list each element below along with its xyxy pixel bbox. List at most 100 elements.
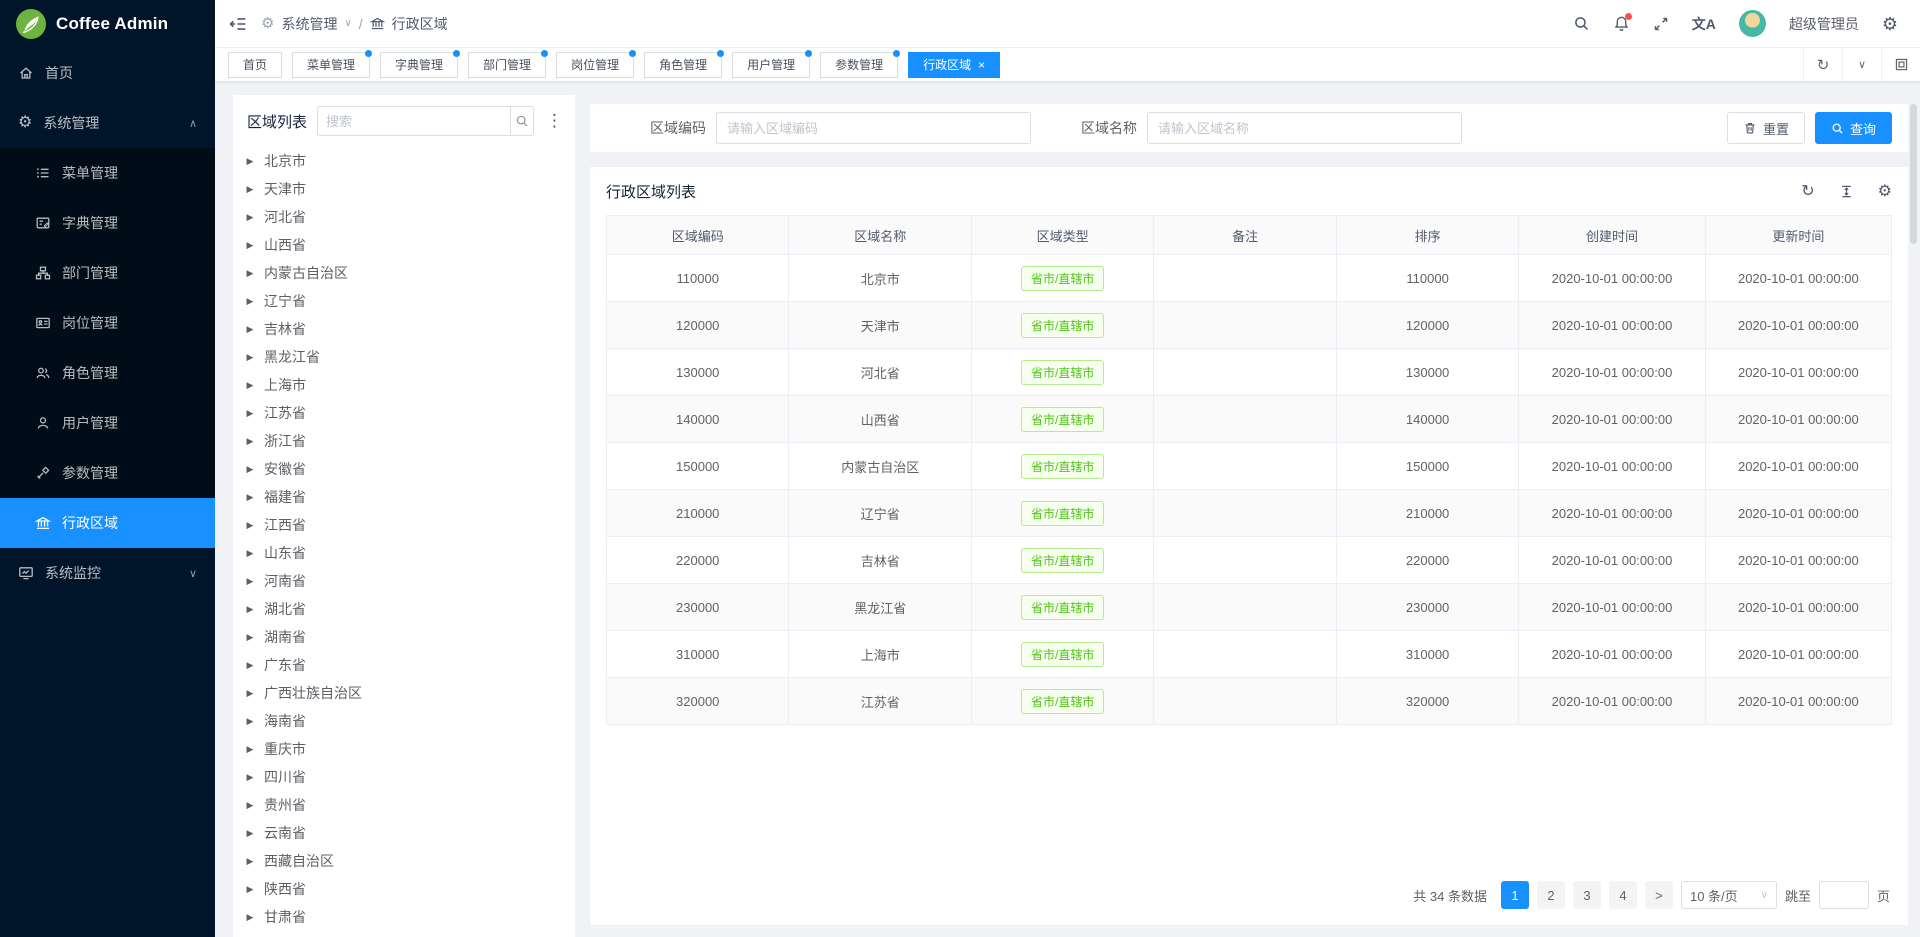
breadcrumb-root[interactable]: 系统管理 xyxy=(281,14,337,34)
density-icon[interactable] xyxy=(1839,184,1854,199)
query-button[interactable]: 查询 xyxy=(1815,112,1892,144)
sidebar-item-system[interactable]: ⚙ 系统管理 ∧ xyxy=(0,98,215,148)
tree-item[interactable]: ▶ 四川省 xyxy=(245,763,575,791)
tree-item[interactable]: ▶ 浙江省 xyxy=(245,427,575,455)
tree-item[interactable]: ▶ 陕西省 xyxy=(245,875,575,903)
caret-right-icon[interactable]: ▶ xyxy=(245,240,255,251)
sidebar-item-menu-mgmt[interactable]: 菜单管理 xyxy=(0,148,215,198)
user-avatar[interactable] xyxy=(1739,10,1766,37)
caret-right-icon[interactable]: ▶ xyxy=(245,772,255,783)
breadcrumb-current[interactable]: 行政区域 xyxy=(392,14,448,34)
caret-right-icon[interactable]: ▶ xyxy=(245,268,255,279)
region-name-input[interactable] xyxy=(1147,112,1462,144)
caret-right-icon[interactable]: ▶ xyxy=(245,884,255,895)
table-row[interactable]: 320000 江苏省 省市/直辖市 320000 2020-10-01 00:0… xyxy=(607,678,1892,725)
page-size-select[interactable]: 10 条/页 ∨ xyxy=(1681,881,1777,909)
caret-right-icon[interactable]: ▶ xyxy=(245,800,255,811)
sidebar-item-region[interactable]: 行政区域 xyxy=(0,498,215,548)
caret-right-icon[interactable]: ▶ xyxy=(245,604,255,615)
tree-item[interactable]: ▶ 河北省 xyxy=(245,203,575,231)
tree-item[interactable]: ▶ 山东省 xyxy=(245,539,575,567)
caret-right-icon[interactable]: ▶ xyxy=(245,660,255,671)
notification-bell-icon[interactable] xyxy=(1613,15,1630,32)
table-row[interactable]: 130000 河北省 省市/直辖市 130000 2020-10-01 00:0… xyxy=(607,349,1892,396)
page-tab[interactable]: 角色管理 xyxy=(644,52,722,78)
sidebar-collapse-icon[interactable] xyxy=(229,15,247,33)
caret-right-icon[interactable]: ▶ xyxy=(245,408,255,419)
kebab-menu-icon[interactable]: ⋮ xyxy=(544,111,565,131)
tree-item[interactable]: ▶ 西藏自治区 xyxy=(245,847,575,875)
table-row[interactable]: 150000 内蒙古自治区 省市/直辖市 150000 2020-10-01 0… xyxy=(607,443,1892,490)
caret-right-icon[interactable]: ▶ xyxy=(245,436,255,447)
page-tab[interactable]: 首页 xyxy=(228,52,282,78)
tab-close-icon[interactable]: × xyxy=(978,59,985,71)
search-icon[interactable] xyxy=(510,107,533,135)
sidebar-item-dict-mgmt[interactable]: 字典管理 xyxy=(0,198,215,248)
tree-item[interactable]: ▶ 福建省 xyxy=(245,483,575,511)
sidebar-item-param-mgmt[interactable]: 参数管理 xyxy=(0,448,215,498)
table-row[interactable]: 210000 辽宁省 省市/直辖市 210000 2020-10-01 00:0… xyxy=(607,490,1892,537)
tree-item[interactable]: ▶ 重庆市 xyxy=(245,735,575,763)
jump-page-input[interactable] xyxy=(1819,881,1869,909)
chevron-down-icon[interactable]: ∨ xyxy=(1842,48,1881,81)
tree-item[interactable]: ▶ 内蒙古自治区 xyxy=(245,259,575,287)
caret-right-icon[interactable]: ▶ xyxy=(245,716,255,727)
table-row[interactable]: 230000 黑龙江省 省市/直辖市 230000 2020-10-01 00:… xyxy=(607,584,1892,631)
page-tab[interactable]: 岗位管理 xyxy=(556,52,634,78)
page-tab[interactable]: 字典管理 xyxy=(380,52,458,78)
sidebar-item-user-mgmt[interactable]: 用户管理 xyxy=(0,398,215,448)
translate-icon[interactable]: 文A xyxy=(1692,14,1716,34)
table-row[interactable]: 120000 天津市 省市/直辖市 120000 2020-10-01 00:0… xyxy=(607,302,1892,349)
tree-item[interactable]: ▶ 湖南省 xyxy=(245,623,575,651)
caret-right-icon[interactable]: ▶ xyxy=(245,156,255,167)
caret-right-icon[interactable]: ▶ xyxy=(245,380,255,391)
caret-right-icon[interactable]: ▶ xyxy=(245,520,255,531)
refresh-icon[interactable]: ↻ xyxy=(1803,48,1842,81)
search-icon[interactable] xyxy=(1573,15,1590,32)
page-tab[interactable]: 菜单管理 xyxy=(292,52,370,78)
page-tab[interactable]: 参数管理 xyxy=(820,52,898,78)
reset-button[interactable]: 重置 xyxy=(1727,112,1805,144)
page-tab[interactable]: 部门管理 xyxy=(468,52,546,78)
tree-item[interactable]: ▶ 江西省 xyxy=(245,511,575,539)
table-row[interactable]: 310000 上海市 省市/直辖市 310000 2020-10-01 00:0… xyxy=(607,631,1892,678)
settings-gear-icon[interactable]: ⚙ xyxy=(1878,184,1892,200)
next-page-button[interactable]: > xyxy=(1645,881,1673,909)
sidebar-item-dept-mgmt[interactable]: 部门管理 xyxy=(0,248,215,298)
caret-right-icon[interactable]: ▶ xyxy=(245,548,255,559)
tree-item[interactable]: ▶ 广西壮族自治区 xyxy=(245,679,575,707)
page-number-button[interactable]: 4 xyxy=(1609,881,1637,909)
settings-gear-icon[interactable]: ⚙ xyxy=(1882,15,1898,33)
page-number-button[interactable]: 1 xyxy=(1501,881,1529,909)
page-number-button[interactable]: 3 xyxy=(1573,881,1601,909)
tree-item[interactable]: ▶ 安徽省 xyxy=(245,455,575,483)
tree-item[interactable]: ▶ 山西省 xyxy=(245,231,575,259)
region-code-input[interactable] xyxy=(716,112,1031,144)
tree-item[interactable]: ▶ 吉林省 xyxy=(245,315,575,343)
caret-right-icon[interactable]: ▶ xyxy=(245,632,255,643)
tree-item[interactable]: ▶ 江苏省 xyxy=(245,399,575,427)
caret-right-icon[interactable]: ▶ xyxy=(245,296,255,307)
tree-item[interactable]: ▶ 湖北省 xyxy=(245,595,575,623)
caret-right-icon[interactable]: ▶ xyxy=(245,324,255,335)
tree-item[interactable]: ▶ 海南省 xyxy=(245,707,575,735)
caret-right-icon[interactable]: ▶ xyxy=(245,492,255,503)
caret-right-icon[interactable]: ▶ xyxy=(245,464,255,475)
tree-item[interactable]: ▶ 云南省 xyxy=(245,819,575,847)
page-number-button[interactable]: 2 xyxy=(1537,881,1565,909)
tree-item[interactable]: ▶ 上海市 xyxy=(245,371,575,399)
caret-right-icon[interactable]: ▶ xyxy=(245,856,255,867)
tree-item[interactable]: ▶ 贵州省 xyxy=(245,791,575,819)
scrollbar-thumb[interactable] xyxy=(1910,104,1917,244)
user-name[interactable]: 超级管理员 xyxy=(1789,14,1859,34)
table-row[interactable]: 110000 北京市 省市/直辖市 110000 2020-10-01 00:0… xyxy=(607,255,1892,302)
caret-right-icon[interactable]: ▶ xyxy=(245,212,255,223)
tree-item[interactable]: ▶ 河南省 xyxy=(245,567,575,595)
page-tab[interactable]: 用户管理 xyxy=(732,52,810,78)
tree-item[interactable]: ▶ 黑龙江省 xyxy=(245,343,575,371)
tree-item[interactable]: ▶ 北京市 xyxy=(245,147,575,175)
refresh-icon[interactable]: ↻ xyxy=(1801,184,1814,200)
tree-item[interactable]: ▶ 青海省 xyxy=(245,931,575,937)
caret-right-icon[interactable]: ▶ xyxy=(245,744,255,755)
caret-right-icon[interactable]: ▶ xyxy=(245,352,255,363)
